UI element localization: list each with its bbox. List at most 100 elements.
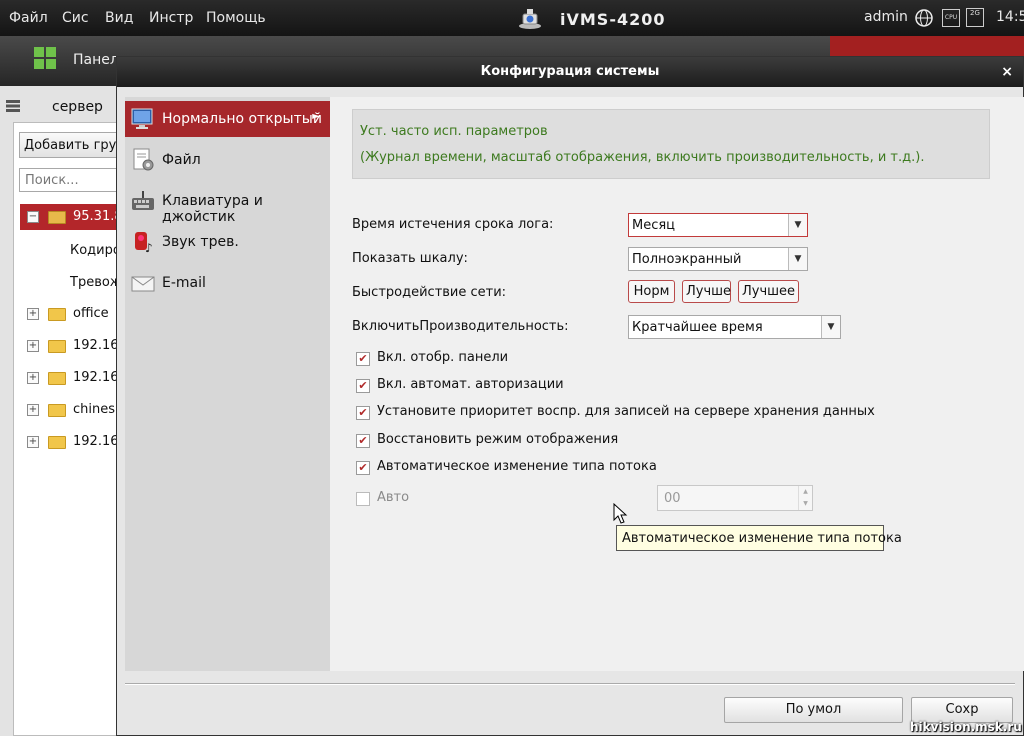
expand-icon[interactable]: + bbox=[27, 372, 39, 384]
tree-item[interactable]: + 192.16 bbox=[20, 333, 118, 359]
watermark: hikvision.msk.ru bbox=[910, 720, 1022, 734]
auto-login-checkbox[interactable]: ✔ bbox=[356, 379, 370, 393]
user-name[interactable]: admin bbox=[864, 9, 908, 25]
nav-item-label: Звук трев. bbox=[162, 234, 239, 250]
alarm-sound-icon: ♪ bbox=[135, 232, 153, 254]
chevron-down-icon[interactable]: ▼ bbox=[821, 316, 840, 338]
footer-divider bbox=[125, 683, 1015, 685]
tree-item-label: chines bbox=[73, 402, 116, 417]
close-icon[interactable]: × bbox=[1001, 57, 1013, 87]
show-scale-select[interactable]: Полноэкранный ▼ bbox=[628, 247, 808, 271]
tree-item[interactable]: + 192.16 bbox=[20, 429, 118, 455]
dialog-title: Конфигурация системы bbox=[480, 64, 660, 79]
nav-item-label: Файл bbox=[162, 152, 201, 168]
expand-icon[interactable]: + bbox=[27, 436, 39, 448]
tree-item[interactable]: − 95.31.8 bbox=[20, 204, 118, 230]
perf-better-button[interactable]: Лучше bbox=[682, 280, 731, 303]
log-expiry-value: Месяц bbox=[632, 218, 676, 233]
interval-value: 00 bbox=[664, 491, 681, 506]
show-scale-value: Полноэкранный bbox=[632, 252, 742, 267]
settings-nav: Нормально открытый ► Файл Клавиатура и д… bbox=[125, 97, 330, 671]
server-header-label: сервер bbox=[52, 99, 103, 115]
dialog-titlebar[interactable]: Конфигурация системы × bbox=[117, 57, 1023, 87]
system-config-dialog: Конфигурация системы × Нормально открыты… bbox=[116, 56, 1024, 736]
auto-stream-label: Автоматическое изменение типа потока bbox=[377, 459, 657, 474]
expand-icon[interactable]: + bbox=[27, 308, 39, 320]
app-title: iVMS-4200 bbox=[560, 10, 666, 29]
log-expiry-select[interactable]: Месяц ▼ bbox=[628, 213, 808, 237]
nav-item-file[interactable]: Файл bbox=[125, 142, 330, 178]
camera-logo-icon bbox=[519, 9, 541, 29]
nav-item-keyboard[interactable]: Клавиатура и джойстик bbox=[125, 183, 330, 225]
keyboard-icon bbox=[132, 191, 154, 210]
restore-view-checkbox[interactable]: ✔ bbox=[356, 434, 370, 448]
tree-item-label: 192.16 bbox=[73, 434, 118, 449]
storage-priority-label: Установите приоритет воспр. для записей … bbox=[377, 404, 875, 419]
info-box: Уст. часто исп. параметров (Журнал време… bbox=[352, 109, 990, 179]
auto-stream-checkbox[interactable]: ✔ bbox=[356, 461, 370, 475]
add-group-button[interactable]: Добавить груп bbox=[19, 132, 118, 158]
log-expiry-label: Время истечения срока лога: bbox=[352, 217, 554, 232]
folder-icon bbox=[48, 436, 66, 449]
tree-item-label: Тревож bbox=[70, 275, 118, 290]
show-scale-label: Показать шкалу: bbox=[352, 251, 468, 266]
tree-item[interactable]: Кодиро bbox=[20, 238, 118, 264]
folder-icon bbox=[48, 340, 66, 353]
settings-content: Уст. часто исп. параметров (Журнал време… bbox=[330, 97, 1024, 671]
storage-priority-checkbox[interactable]: ✔ bbox=[356, 406, 370, 420]
expand-icon[interactable]: + bbox=[27, 340, 39, 352]
memory-icon: 2G bbox=[966, 8, 984, 27]
server-list-icon bbox=[6, 100, 20, 112]
interval-spinbox[interactable]: 00 ▲ ▼ bbox=[657, 485, 813, 511]
tree-item[interactable]: + chines bbox=[20, 397, 118, 423]
menu-system[interactable]: Сис bbox=[62, 10, 89, 26]
tree-item[interactable]: + 192.16 bbox=[20, 365, 118, 391]
nav-item-label: Нормально открытый bbox=[162, 111, 322, 127]
network-perf-label: Быстродействие сети: bbox=[352, 285, 507, 300]
nav-item-general[interactable]: Нормально открытый ► bbox=[125, 101, 330, 137]
show-panel-checkbox[interactable]: ✔ bbox=[356, 352, 370, 366]
info-description: (Журнал времени, масштаб отображения, вк… bbox=[360, 150, 925, 165]
device-search-input[interactable]: Поиск... bbox=[19, 168, 118, 192]
menu-bar: Файл Сис Вид Инстр Помощь iVMS-4200 admi… bbox=[0, 0, 1024, 36]
show-panel-label: Вкл. отобр. панели bbox=[377, 350, 509, 365]
monitor-icon bbox=[131, 108, 153, 129]
panel-grid-icon[interactable] bbox=[34, 47, 56, 69]
globe-icon[interactable] bbox=[915, 9, 933, 27]
nav-item-email[interactable]: E-mail bbox=[125, 265, 330, 301]
collapse-icon[interactable]: − bbox=[27, 211, 39, 223]
tree-item-label: 95.31.8 bbox=[73, 209, 118, 224]
svg-text:♪: ♪ bbox=[145, 241, 153, 254]
file-gear-icon bbox=[133, 148, 154, 171]
auto-checkbox[interactable]: ✔ bbox=[356, 492, 370, 506]
tree-item[interactable]: Тревож bbox=[20, 270, 118, 296]
menu-view[interactable]: Вид bbox=[105, 10, 133, 26]
perf-normal-button[interactable]: Норм bbox=[628, 280, 675, 303]
spin-arrows-icon[interactable]: ▲ ▼ bbox=[798, 486, 812, 510]
perf-best-button[interactable]: Лучшее bbox=[738, 280, 799, 303]
clock: 14:5 bbox=[996, 9, 1024, 25]
server-header: сервер bbox=[0, 94, 118, 122]
tooltip: Автоматическое изменение типа потока bbox=[616, 525, 902, 551]
panel-tab-label[interactable]: Панел bbox=[73, 52, 119, 68]
email-icon bbox=[131, 276, 155, 292]
folder-icon bbox=[48, 372, 66, 385]
enable-perf-label: ВключитьПроизводительность: bbox=[352, 319, 569, 334]
restore-view-label: Восстановить режим отображения bbox=[377, 432, 619, 447]
nav-item-alarm-sound[interactable]: ♪ Звук трев. bbox=[125, 224, 330, 260]
folder-icon bbox=[48, 308, 66, 321]
auto-login-label: Вкл. автомат. авторизации bbox=[377, 377, 564, 392]
tree-item[interactable]: + office bbox=[20, 301, 118, 327]
menu-tools[interactable]: Инстр bbox=[149, 10, 193, 26]
default-button[interactable]: По умол bbox=[724, 697, 903, 723]
tree-item-label: Кодиро bbox=[70, 243, 118, 258]
arrow-right-icon: ► bbox=[312, 111, 320, 122]
menu-help[interactable]: Помощь bbox=[206, 10, 266, 26]
nav-item-label: E-mail bbox=[162, 275, 206, 291]
enable-perf-select[interactable]: Кратчайшее время ▼ bbox=[628, 315, 841, 339]
enable-perf-value: Кратчайшее время bbox=[632, 320, 763, 335]
chevron-down-icon[interactable]: ▼ bbox=[788, 248, 807, 270]
menu-file[interactable]: Файл bbox=[9, 10, 48, 26]
chevron-down-icon[interactable]: ▼ bbox=[788, 214, 807, 236]
expand-icon[interactable]: + bbox=[27, 404, 39, 416]
